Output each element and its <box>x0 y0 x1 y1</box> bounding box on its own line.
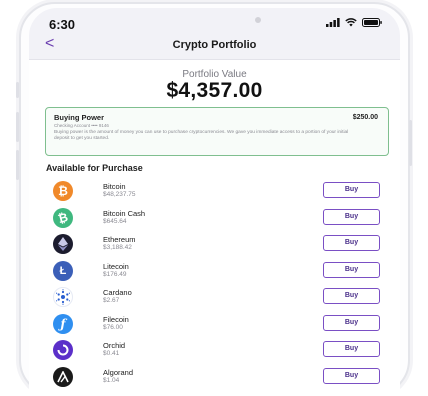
buy-button[interactable]: Buy <box>323 341 380 357</box>
coin-price: $1.04 <box>103 376 120 384</box>
list-item: ₿ Bitcoin Cash $645.64 Buy <box>29 205 400 232</box>
power-button <box>409 120 412 166</box>
coin-name: Bitcoin Cash <box>103 208 146 218</box>
app-screen: 6:30 < Crypto Portfolio Portfolio Value … <box>29 8 400 396</box>
list-item: ₿ Bitcoin $48,237.75 Buy <box>29 178 400 205</box>
list-item: Cardano $2.67 Buy <box>29 284 400 311</box>
buying-power-title: Buying Power <box>54 113 105 122</box>
list-item: Ethereum $3,188.42 Buy <box>29 231 400 258</box>
buying-power-description: Buying power is the amount of money you … <box>54 130 349 141</box>
portfolio-value: $4,357.00 <box>166 79 263 102</box>
orchid-icon <box>53 340 73 360</box>
status-icons <box>326 18 382 27</box>
coin-name: Filecoin <box>103 314 129 324</box>
coin-price: $76.00 <box>103 323 123 331</box>
algorand-icon <box>53 366 73 387</box>
page-title: Crypto Portfolio <box>172 39 257 51</box>
notch <box>147 8 283 28</box>
buy-button[interactable]: Buy <box>323 235 380 251</box>
buy-button[interactable]: Buy <box>323 288 380 304</box>
list-item: Algorand $1.04 Buy <box>29 364 400 391</box>
coin-name: Ethereum <box>103 235 136 244</box>
cardano-icon <box>53 287 73 307</box>
coin-price: $0.41 <box>103 350 120 357</box>
buy-button[interactable]: Buy <box>323 208 380 225</box>
buy-button[interactable]: Buy <box>323 182 380 198</box>
mute-switch <box>16 82 19 98</box>
buy-button[interactable]: Buy <box>323 367 380 384</box>
top-bar: 6:30 < Crypto Portfolio <box>29 8 400 60</box>
coin-price: $48,237.75 <box>103 191 136 198</box>
coin-name: Cardano <box>103 288 132 297</box>
buy-button[interactable]: Buy <box>323 261 380 278</box>
list-item: ƒ Filecoin $76.00 Buy <box>29 311 400 338</box>
coin-name: Bitcoin <box>103 182 126 191</box>
ethereum-icon <box>53 234 73 254</box>
buy-button[interactable]: Buy <box>323 314 380 331</box>
status-time: 6:30 <box>49 17 76 32</box>
litecoin-icon: Ł <box>53 260 73 281</box>
coin-price: $645.64 <box>103 217 127 225</box>
buying-power-card: Buying Power $250.00 Checking Account ••… <box>45 107 389 156</box>
bitcoin-icon: ₿ <box>53 181 73 201</box>
list-item: Orchid $0.41 Buy <box>29 337 400 364</box>
list-item: Ł Litecoin $176.49 Buy <box>29 258 400 285</box>
camera-dot <box>255 17 261 23</box>
bitcoin-cash-icon: ₿ <box>53 207 73 228</box>
filecoin-icon: ƒ <box>53 313 73 334</box>
coin-name: Litecoin <box>103 261 129 271</box>
volume-down-button <box>16 150 19 180</box>
coin-price: $176.49 <box>103 270 127 278</box>
section-title: Available for Purchase <box>46 163 143 173</box>
wifi-icon <box>345 18 357 27</box>
buying-power-amount: $250.00 <box>352 114 378 121</box>
coin-price: $2.67 <box>103 297 120 304</box>
volume-up-button <box>16 112 19 142</box>
coin-price: $3,188.42 <box>103 244 132 251</box>
coin-name: Algorand <box>103 367 134 377</box>
coin-name: Orchid <box>103 341 126 350</box>
buying-power-account: Checking Account •••• 9146 <box>54 123 109 128</box>
battery-icon <box>362 18 382 27</box>
signal-icon <box>326 18 340 27</box>
